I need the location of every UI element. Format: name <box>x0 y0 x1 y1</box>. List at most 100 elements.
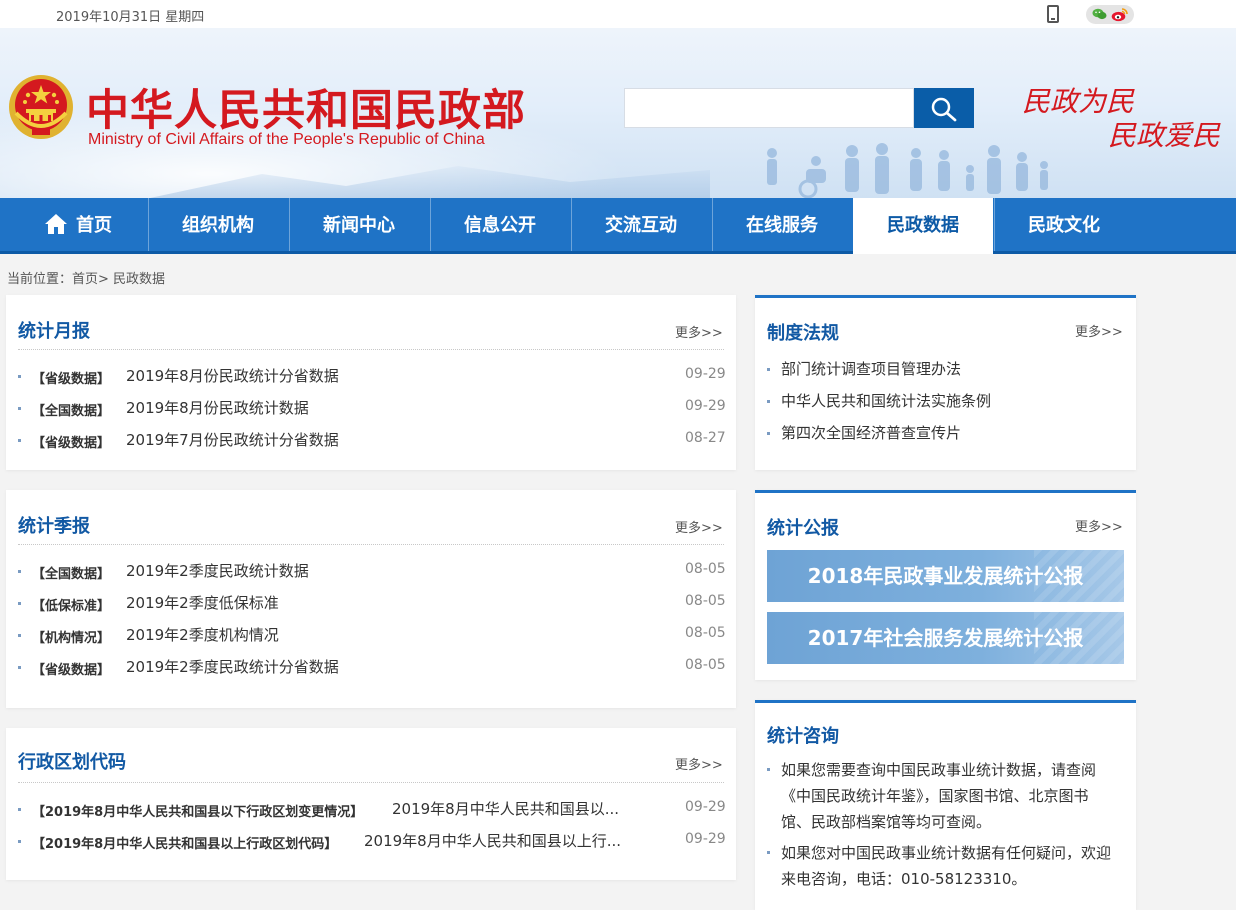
monthly-report-panel: 统计月报 更多>> 【省级数据】 2019年8月份民政统计分省数据 09-29 … <box>6 295 736 470</box>
bullet-icon <box>18 808 21 811</box>
item-title[interactable]: 2019年8月份民政统计数据 <box>126 397 309 418</box>
site-subtitle: Ministry of Civil Affairs of the People'… <box>88 131 485 148</box>
divider <box>18 349 724 350</box>
social-links <box>1086 5 1134 24</box>
list-item[interactable]: 【省级数据】 2019年7月份民政统计分省数据 08-27 <box>18 429 726 453</box>
more-link[interactable]: 更多>> <box>675 754 723 773</box>
people-silhouette-illustration <box>767 143 1048 198</box>
nav-item-home[interactable]: 首页 <box>8 198 148 251</box>
item-tag: 【低保标准】 <box>32 599 111 614</box>
item-title[interactable]: 2019年2季度民政统计数据 <box>126 560 309 581</box>
nav-item-label: 首页 <box>76 215 112 236</box>
list-item[interactable]: 【省级数据】 2019年8月份民政统计分省数据 09-29 <box>18 365 726 389</box>
item-title[interactable]: 2019年2季度机构情况 <box>126 624 279 645</box>
breadcrumb[interactable]: 当前位置：首页> 民政数据 <box>7 268 165 287</box>
wechat-icon[interactable] <box>1092 8 1107 20</box>
panel-title: 统计季报 <box>18 516 90 537</box>
list-item[interactable]: 【低保标准】 2019年2季度低保标准 08-05 <box>18 592 726 616</box>
bullet-icon <box>18 634 21 637</box>
list-item[interactable]: 【全国数据】 2019年2季度民政统计数据 08-05 <box>18 560 726 584</box>
list-item[interactable]: 【省级数据】 2019年2季度民政统计分省数据 08-05 <box>18 656 726 680</box>
regulation-title[interactable]: 中华人民共和国统计法实施条例 <box>781 390 991 411</box>
bullet-icon <box>18 840 21 843</box>
item-date: 08-05 <box>685 657 726 673</box>
item-title[interactable]: 2019年8月中华人民共和国县以上行... <box>364 830 621 851</box>
panel-title: 制度法规 <box>767 323 839 344</box>
weibo-icon[interactable] <box>1111 7 1128 22</box>
consultation-paragraph: 如果您需要查询中国民政事业统计数据，请查阅《中国民政统计年鉴》，国家图书馆、北京… <box>767 757 1117 835</box>
item-title[interactable]: 2019年2季度民政统计分省数据 <box>126 656 339 677</box>
division-code-panel: 行政区划代码 更多>> 【2019年8月中华人民共和国县以下行政区划变更情况】 … <box>6 728 736 880</box>
top-bar: 2019年10月31日 星期四 <box>0 0 1236 28</box>
site-title[interactable]: 中华人民共和国民政部 <box>86 76 526 138</box>
nav-item-label: 信息公开 <box>464 215 536 236</box>
nav-item-label: 在线服务 <box>746 215 818 236</box>
list-item[interactable]: 【2019年8月中华人民共和国县以下行政区划变更情况】 2019年8月中华人民共… <box>18 798 726 822</box>
more-link[interactable]: 更多>> <box>675 517 723 536</box>
item-title[interactable]: 2019年7月份民政统计分省数据 <box>126 429 339 450</box>
nav-item-label: 交流互动 <box>605 215 677 236</box>
nav-item-news[interactable]: 新闻中心 <box>289 198 429 251</box>
item-tag: 【机构情况】 <box>32 631 111 646</box>
mobile-icon[interactable] <box>1047 5 1059 23</box>
item-date: 09-29 <box>685 398 726 414</box>
current-date: 2019年10月31日 星期四 <box>56 10 205 25</box>
bullet-icon <box>767 400 770 403</box>
regulation-title[interactable]: 第四次全国经济普查宣传片 <box>781 422 961 443</box>
nav-item-interaction[interactable]: 交流互动 <box>571 198 711 251</box>
item-title[interactable]: 2019年8月份民政统计分省数据 <box>126 365 339 386</box>
nav-item-civil-data[interactable]: 民政数据 <box>853 198 993 254</box>
bullet-icon <box>18 666 21 669</box>
more-link[interactable]: 更多>> <box>1075 321 1123 340</box>
nav-item-disclosure[interactable]: 信息公开 <box>430 198 570 251</box>
nav-item-label: 新闻中心 <box>323 215 395 236</box>
quarterly-report-panel: 统计季报 更多>> 【全国数据】 2019年2季度民政统计数据 08-05 【低… <box>6 490 736 708</box>
panel-title: 统计月报 <box>18 321 90 342</box>
bullet-icon <box>18 407 21 410</box>
nav-item-label: 民政数据 <box>887 215 959 236</box>
bulletins-panel: 统计公报 更多>> 2018年民政事业发展统计公报 2017年社会服务发展统计公… <box>755 490 1136 680</box>
consultation-text: 如果您对中国民政事业统计数据有任何疑问，欢迎来电咨询，电话：010-581233… <box>781 844 1112 888</box>
bullet-icon <box>767 768 770 771</box>
item-tag: 【省级数据】 <box>32 436 111 451</box>
panel-title: 行政区划代码 <box>18 752 126 773</box>
list-item[interactable]: 【全国数据】 2019年8月份民政统计数据 09-29 <box>18 397 726 421</box>
item-tag: 【全国数据】 <box>32 567 111 582</box>
item-date: 08-05 <box>685 593 726 609</box>
item-date: 08-05 <box>685 561 726 577</box>
bullet-icon <box>18 439 21 442</box>
nav-item-culture[interactable]: 民政文化 <box>994 198 1134 251</box>
item-title[interactable]: 2019年2季度低保标准 <box>126 592 279 613</box>
consultation-panel: 统计咨询 如果您需要查询中国民政事业统计数据，请查阅《中国民政统计年鉴》，国家图… <box>755 700 1136 910</box>
panel-title: 统计公报 <box>767 518 839 539</box>
bullet-icon <box>18 570 21 573</box>
bullet-icon <box>767 432 770 435</box>
search-icon <box>931 97 957 122</box>
divider <box>18 544 724 545</box>
consultation-paragraph: 如果您对中国民政事业统计数据有任何疑问，欢迎来电咨询，电话：010-581233… <box>767 840 1117 892</box>
bullet-icon <box>18 375 21 378</box>
panel-title: 统计咨询 <box>767 726 839 747</box>
regulation-title[interactable]: 部门统计调查项目管理办法 <box>781 358 961 379</box>
item-tag: 【全国数据】 <box>32 404 111 419</box>
item-date: 08-27 <box>685 430 726 446</box>
regulations-panel: 制度法规 更多>> 部门统计调查项目管理办法 中华人民共和国统计法实施条例 第四… <box>755 295 1136 470</box>
list-item[interactable]: 【机构情况】 2019年2季度机构情况 08-05 <box>18 624 726 648</box>
national-emblem-icon[interactable] <box>8 73 74 141</box>
nav-item-organization[interactable]: 组织机构 <box>148 198 288 251</box>
more-link[interactable]: 更多>> <box>675 322 723 341</box>
item-title[interactable]: 2019年8月中华人民共和国县以... <box>392 798 619 819</box>
search-button[interactable] <box>914 88 974 128</box>
item-tag: 【2019年8月中华人民共和国县以上行政区划代码】 <box>32 837 338 852</box>
nav-item-online-service[interactable]: 在线服务 <box>712 198 852 251</box>
list-item[interactable]: 【2019年8月中华人民共和国县以上行政区划代码】 2019年8月中华人民共和国… <box>18 830 726 854</box>
bullet-icon <box>767 368 770 371</box>
nav-item-label: 民政文化 <box>1028 215 1100 236</box>
home-icon <box>45 213 67 234</box>
more-link[interactable]: 更多>> <box>1075 516 1123 535</box>
divider <box>18 782 724 783</box>
bulletin-banner-2017[interactable]: 2017年社会服务发展统计公报 <box>767 612 1124 664</box>
bulletin-banner-2018[interactable]: 2018年民政事业发展统计公报 <box>767 550 1124 602</box>
search-input[interactable] <box>624 88 914 128</box>
item-tag: 【省级数据】 <box>32 663 111 678</box>
